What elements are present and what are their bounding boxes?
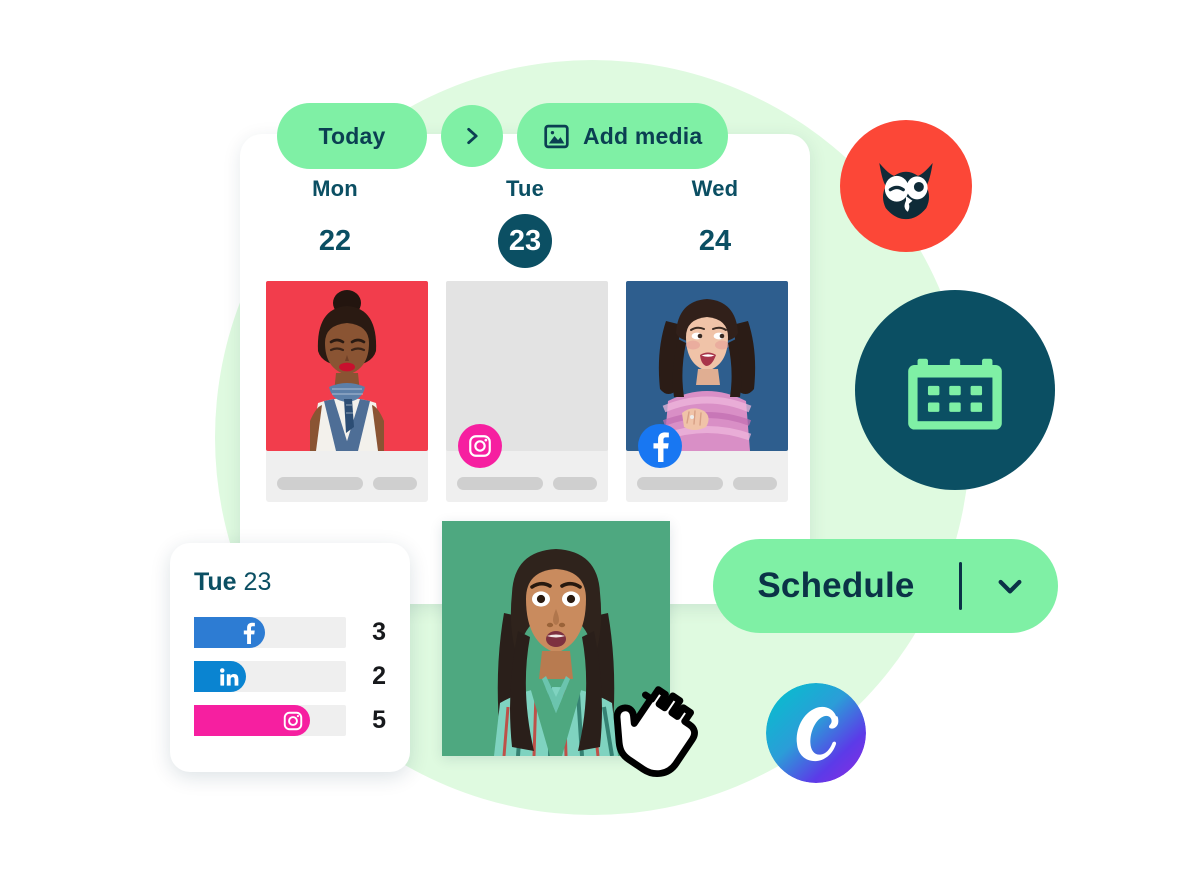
stats-card-title: Tue 23: [194, 570, 386, 595]
post-card-wed[interactable]: [626, 281, 788, 502]
stat-fill-linkedin: [194, 661, 246, 692]
post-card-tue[interactable]: [446, 281, 608, 502]
stats-title-date: 23: [243, 568, 272, 596]
post-card-mon[interactable]: [266, 281, 428, 502]
stats-title-day: Tue: [194, 568, 237, 596]
day-number: 22: [318, 224, 352, 257]
skeleton-bar-short: [373, 477, 417, 490]
facebook-icon: [236, 620, 261, 645]
skeleton-bar-long: [457, 477, 543, 490]
day-header-row: Mon 22 Tue 23 Wed 24: [240, 178, 810, 268]
stat-row-linkedin: 2: [194, 661, 386, 692]
image-icon: [543, 123, 570, 150]
schedule-button-label: Schedule: [757, 566, 915, 605]
stat-fill-facebook: [194, 617, 266, 648]
day-column-wed[interactable]: Wed 24: [620, 178, 810, 268]
post-cards-row: [266, 281, 788, 502]
stat-value-instagram: 5: [372, 706, 386, 734]
schedule-button[interactable]: Schedule: [713, 539, 1058, 633]
grab-hand-cursor-icon: [592, 675, 708, 791]
instagram-icon: [458, 424, 502, 468]
day-name: Mon: [312, 176, 358, 201]
add-media-button[interactable]: Add media: [517, 103, 729, 169]
stat-row-instagram: 5: [194, 705, 386, 736]
day-name: Wed: [691, 176, 739, 201]
skeleton-bar-short: [553, 477, 597, 490]
stat-row-facebook: 3: [194, 617, 386, 648]
stat-value-facebook: 3: [372, 618, 386, 646]
day-column-mon[interactable]: Mon 22: [240, 178, 430, 268]
calendar-icon: [855, 290, 1055, 490]
post-skeleton-row: [266, 451, 428, 490]
toolbar: Today Add media: [277, 103, 729, 169]
instagram-icon: [281, 708, 306, 733]
facebook-icon: [638, 424, 682, 468]
skeleton-bar-long: [637, 477, 723, 490]
post-photo-mon: [266, 281, 428, 451]
illustration-stage: Today Add media Mon 22 Tue 23 Wed 24 Tue…: [0, 0, 1200, 870]
linkedin-icon: [217, 664, 242, 689]
stat-track: [194, 661, 346, 692]
day-column-tue[interactable]: Tue 23: [430, 178, 620, 268]
stat-track: [194, 617, 346, 648]
today-button-label: Today: [318, 122, 386, 149]
stat-fill-instagram: [194, 705, 310, 736]
hootsuite-owl-icon: [840, 120, 972, 252]
stat-value-linkedin: 2: [372, 662, 386, 690]
stat-track: [194, 705, 346, 736]
skeleton-bar-long: [277, 477, 363, 490]
chevron-right-icon: [462, 126, 482, 146]
day-number: 24: [698, 224, 732, 257]
day-name: Tue: [505, 176, 545, 201]
chevron-down-icon[interactable]: [962, 570, 1058, 602]
today-button[interactable]: Today: [277, 103, 427, 169]
add-media-label: Add media: [583, 122, 703, 149]
day-number-selected: 23: [498, 214, 552, 268]
canva-icon: [766, 683, 866, 783]
stats-card: Tue 23 3 2 5: [170, 543, 410, 772]
skeleton-bar-short: [733, 477, 777, 490]
next-day-button[interactable]: [441, 105, 503, 167]
